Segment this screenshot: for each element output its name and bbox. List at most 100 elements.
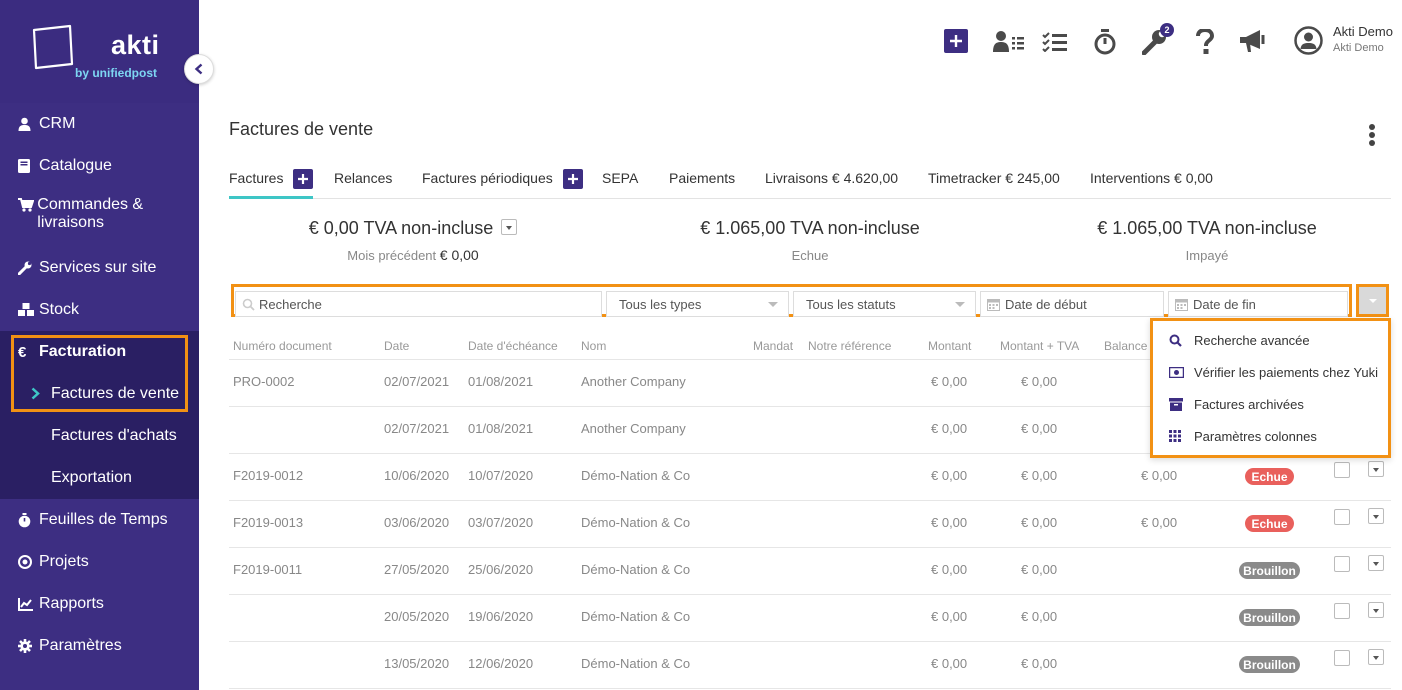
row-actions-dropdown[interactable]: [1368, 602, 1384, 618]
sidebar-subitem-factures-achats[interactable]: Factures d'achats: [0, 415, 199, 457]
end-date-field[interactable]: Date de fin: [1168, 291, 1348, 317]
sidebar-item-feuilles-temps[interactable]: Feuilles de Temps: [0, 499, 199, 541]
calendar-icon: [1175, 298, 1188, 311]
cell-date: 02/07/2021: [384, 374, 450, 389]
cell-name[interactable]: Démo-Nation & Co: [581, 468, 690, 483]
period-dropdown[interactable]: [501, 219, 518, 236]
cell-date: 10/06/2020: [384, 468, 450, 483]
help-icon[interactable]: [1196, 27, 1215, 58]
sidebar-group-facturation: € Facturation Factures de vente Factures…: [0, 331, 199, 499]
more-options-icon[interactable]: [1368, 123, 1376, 152]
row-checkbox[interactable]: [1334, 462, 1350, 478]
row-checkbox[interactable]: [1334, 509, 1350, 525]
cell-amount-vat: € 0,00: [1021, 374, 1058, 389]
col-header-number[interactable]: Numéro document: [233, 339, 332, 353]
col-header-name[interactable]: Nom: [581, 339, 606, 353]
sidebar-item-facturation[interactable]: € Facturation: [0, 331, 199, 373]
tab-factures-periodiques[interactable]: Factures périodiques: [422, 166, 553, 199]
chart-icon: [18, 597, 38, 611]
add-facture-periodique-button[interactable]: [563, 169, 583, 189]
type-select[interactable]: Tous les types: [606, 291, 789, 317]
status-badge: Echue: [1245, 468, 1294, 485]
sidebar-subitem-factures-vente[interactable]: Factures de vente: [0, 373, 199, 415]
sidebar-item-rapports[interactable]: Rapports: [0, 583, 199, 625]
cell-number[interactable]: PRO-0002: [233, 374, 294, 389]
filter-options-toggle[interactable]: [1356, 284, 1389, 317]
logo-icon: [32, 24, 74, 70]
tab-timetracker[interactable]: Timetracker € 245,00: [928, 166, 1060, 199]
col-header-reference[interactable]: Notre référence: [808, 339, 891, 353]
plus-icon: [950, 35, 962, 47]
cell-number[interactable]: F2019-0011: [233, 562, 302, 577]
summary-echue: € 1.065,00 TVA non-incluse Echue: [700, 218, 920, 263]
tab-paiements[interactable]: Paiements: [669, 166, 735, 199]
sidebar-subitem-exportation[interactable]: Exportation: [0, 457, 199, 499]
tab-relances[interactable]: Relances: [334, 166, 392, 199]
cell-name[interactable]: Another Company: [581, 421, 686, 436]
sidebar-item-commandes[interactable]: Commandes & livraisons: [0, 187, 199, 247]
status-badge: Brouillon: [1239, 562, 1300, 579]
tab-sepa[interactable]: SEPA: [602, 166, 638, 199]
menu-item-verify-yuki[interactable]: Vérifier les paiements chez Yuki: [1169, 361, 1378, 383]
notification-badge: 2: [1160, 23, 1174, 37]
user-avatar-icon[interactable]: [1294, 26, 1323, 58]
sidebar-collapse-button[interactable]: [184, 54, 214, 84]
book-icon: [18, 159, 38, 173]
cell-amount: € 0,00: [931, 656, 968, 671]
col-header-balance[interactable]: Balance: [1104, 339, 1147, 353]
menu-item-advanced-search[interactable]: Recherche avancée: [1169, 329, 1310, 351]
col-header-mandat[interactable]: Mandat: [753, 339, 793, 353]
menu-item-archived[interactable]: Factures archivées: [1169, 393, 1304, 415]
sidebar-item-projets[interactable]: Projets: [0, 541, 199, 583]
cell-name[interactable]: Démo-Nation & Co: [581, 515, 690, 530]
tab-interventions[interactable]: Interventions € 0,00: [1090, 166, 1213, 199]
sidebar-item-stock[interactable]: Stock: [0, 289, 199, 331]
row-checkbox[interactable]: [1334, 556, 1350, 572]
user-name[interactable]: Akti Demo: [1333, 24, 1393, 39]
row-actions-dropdown[interactable]: [1368, 555, 1384, 571]
contacts-icon[interactable]: [993, 30, 1025, 55]
menu-item-column-settings[interactable]: Paramètres colonnes: [1169, 425, 1317, 447]
sidebar-item-crm[interactable]: CRM: [0, 103, 199, 145]
chevron-right-icon: [31, 387, 40, 400]
row-actions-dropdown[interactable]: [1368, 461, 1384, 477]
col-header-amount-vat[interactable]: Montant + TVA: [1000, 339, 1079, 353]
cell-name[interactable]: Démo-Nation & Co: [581, 609, 690, 624]
row-actions-dropdown[interactable]: [1368, 649, 1384, 665]
cell-due-date: 03/07/2020: [468, 515, 534, 530]
brand-name: akti: [111, 30, 160, 60]
euro-icon: €: [18, 343, 27, 361]
brand-subtitle: by unifiedpost: [75, 66, 157, 80]
row-checkbox[interactable]: [1334, 603, 1350, 619]
cell-name[interactable]: Démo-Nation & Co: [581, 562, 690, 577]
col-header-due-date[interactable]: Date d'échéance: [468, 339, 558, 353]
announcement-icon[interactable]: [1238, 29, 1268, 56]
tab-livraisons[interactable]: Livraisons € 4.620,00: [765, 166, 898, 199]
grid-icon: [1169, 430, 1194, 442]
row-actions-dropdown[interactable]: [1368, 508, 1384, 524]
col-header-amount[interactable]: Montant: [928, 339, 971, 353]
cell-number[interactable]: F2019-0013: [233, 515, 303, 530]
cell-amount-vat: € 0,00: [1021, 515, 1058, 530]
sidebar-item-parametres[interactable]: Paramètres: [0, 625, 199, 667]
search-icon: [242, 298, 255, 311]
col-header-date[interactable]: Date: [384, 339, 409, 353]
search-input[interactable]: [259, 296, 601, 312]
sidebar-item-catalogue[interactable]: Catalogue: [0, 145, 199, 187]
cell-name[interactable]: Démo-Nation & Co: [581, 656, 690, 671]
cell-number[interactable]: F2019-0012: [233, 468, 303, 483]
search-field[interactable]: [235, 291, 602, 317]
row-checkbox[interactable]: [1334, 650, 1350, 666]
status-select[interactable]: Tous les statuts: [793, 291, 976, 317]
quick-add-button[interactable]: [944, 29, 968, 53]
tasks-icon[interactable]: [1042, 32, 1068, 55]
start-date-field[interactable]: Date de début: [980, 291, 1164, 317]
cell-name[interactable]: Another Company: [581, 374, 686, 389]
chevron-left-icon: [194, 63, 203, 75]
timer-icon[interactable]: [1094, 29, 1116, 58]
add-facture-button[interactable]: [293, 169, 313, 189]
sidebar-item-services[interactable]: Services sur site: [0, 247, 199, 289]
cell-amount: € 0,00: [931, 562, 968, 577]
cell-date: 27/05/2020: [384, 562, 450, 577]
status-badge: Brouillon: [1239, 656, 1300, 673]
